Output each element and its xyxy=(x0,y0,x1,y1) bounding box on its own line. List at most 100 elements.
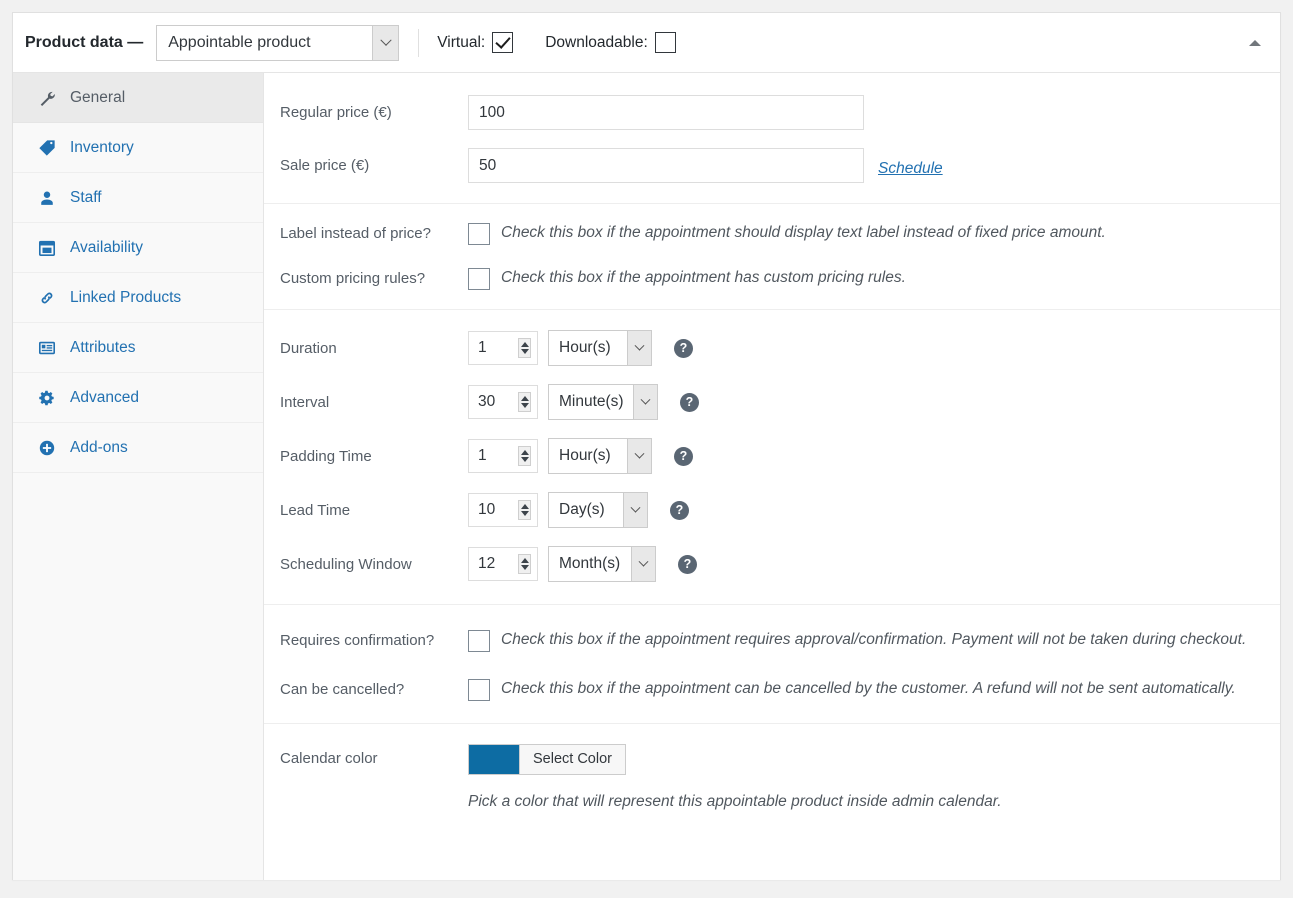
custom-pricing-rules-description: Check this box if the appointment has cu… xyxy=(501,265,906,292)
sidebar-item-linked-products[interactable]: Linked Products xyxy=(13,273,263,323)
interval-help-icon[interactable]: ? xyxy=(680,393,699,412)
tag-icon xyxy=(37,138,57,158)
label-instead-of-price-checkbox[interactable] xyxy=(468,223,490,245)
sidebar-item-add-ons[interactable]: Add-ons xyxy=(13,423,263,473)
calendar-color-row: Calendar color Select Color xyxy=(264,744,1280,775)
scheduling-window-unit-value: Month(s) xyxy=(559,555,620,573)
sidebar-item-label: General xyxy=(70,89,125,107)
page-title: Product data — xyxy=(25,34,143,52)
lead-time-unit-select[interactable]: Day(s) xyxy=(548,492,648,528)
virtual-checkbox[interactable] xyxy=(492,32,513,53)
calendar-color-picker-button[interactable]: Select Color xyxy=(468,744,626,775)
interval-number-input[interactable]: 30 xyxy=(468,385,538,419)
sidebar-item-label: Advanced xyxy=(70,389,139,407)
scheduling-window-unit-select[interactable]: Month(s) xyxy=(548,546,656,582)
list-icon xyxy=(37,338,57,358)
interval-value: 30 xyxy=(469,393,495,411)
scheduling-window-value: 12 xyxy=(469,555,495,573)
regular-price-input[interactable] xyxy=(468,95,864,130)
schedule-sale-link[interactable]: Schedule xyxy=(878,154,943,178)
requires-confirmation-description: Check this box if the appointment requir… xyxy=(501,627,1246,654)
padding-time-stepper[interactable] xyxy=(518,446,531,466)
interval-stepper[interactable] xyxy=(518,392,531,412)
sale-price-input[interactable] xyxy=(468,148,864,183)
can-be-cancelled-label: Can be cancelled? xyxy=(280,676,468,700)
calendar-color-swatch xyxy=(469,745,519,774)
sidebar-item-label: Attributes xyxy=(70,339,135,357)
duration-row: Duration 1 Hour(s) ? xyxy=(264,330,1280,366)
chevron-down-icon xyxy=(633,385,657,419)
padding-time-label: Padding Time xyxy=(280,447,468,467)
sidebar-item-attributes[interactable]: Attributes xyxy=(13,323,263,373)
product-data-panel: Product data — Appointable product Virtu… xyxy=(12,12,1281,880)
sidebar-item-availability[interactable]: Availability xyxy=(13,223,263,273)
lead-time-value: 10 xyxy=(469,501,495,519)
regular-price-label: Regular price (€) xyxy=(280,95,468,123)
lead-time-help-icon[interactable]: ? xyxy=(670,501,689,520)
interval-unit-select[interactable]: Minute(s) xyxy=(548,384,658,420)
padding-time-row: Padding Time 1 Hour(s) ? xyxy=(264,438,1280,474)
sidebar-item-label: Linked Products xyxy=(70,289,181,307)
interval-label: Interval xyxy=(280,393,468,413)
wrench-icon xyxy=(37,88,57,108)
lead-time-number-input[interactable]: 10 xyxy=(468,493,538,527)
sidebar-item-general[interactable]: General xyxy=(13,73,263,123)
sale-price-row: Sale price (€) Schedule xyxy=(264,148,1280,183)
chevron-down-icon xyxy=(627,439,651,473)
panel-body: General Inventory Staff xyxy=(13,73,1280,880)
duration-number-input[interactable]: 1 xyxy=(468,331,538,365)
scheduling-window-row: Scheduling Window 12 Month(s) ? xyxy=(264,546,1280,582)
duration-label: Duration xyxy=(280,339,468,359)
sidebar-item-inventory[interactable]: Inventory xyxy=(13,123,263,173)
sidebar-item-label: Inventory xyxy=(70,139,134,157)
scheduling-window-help-icon[interactable]: ? xyxy=(678,555,697,574)
virtual-label: Virtual: xyxy=(437,34,485,52)
link-icon xyxy=(37,288,57,308)
downloadable-group: Downloadable: xyxy=(545,32,676,53)
custom-pricing-rules-checkbox[interactable] xyxy=(468,268,490,290)
sidebar-item-label: Add-ons xyxy=(70,439,128,457)
pricing-options-section: Label instead of price? Check this box i… xyxy=(264,204,1280,310)
triangle-up-icon xyxy=(1249,40,1261,46)
label-instead-of-price-row: Label instead of price? Check this box i… xyxy=(264,220,1280,247)
can-be-cancelled-row: Can be cancelled? Check this box if the … xyxy=(264,676,1280,703)
duration-stepper[interactable] xyxy=(518,338,531,358)
custom-pricing-rules-row: Custom pricing rules? Check this box if … xyxy=(264,265,1280,292)
calendar-color-note: Pick a color that will represent this ap… xyxy=(452,793,1280,811)
interval-row: Interval 30 Minute(s) ? xyxy=(264,384,1280,420)
padding-time-unit-select[interactable]: Hour(s) xyxy=(548,438,652,474)
calendar-color-label: Calendar color xyxy=(280,749,468,769)
downloadable-label: Downloadable: xyxy=(545,34,648,52)
custom-pricing-rules-label: Custom pricing rules? xyxy=(280,265,468,289)
sidebar-item-label: Staff xyxy=(70,189,102,207)
can-be-cancelled-checkbox[interactable] xyxy=(468,679,490,701)
duration-help-icon[interactable]: ? xyxy=(674,339,693,358)
scheduling-window-number-input[interactable]: 12 xyxy=(468,547,538,581)
requires-confirmation-checkbox[interactable] xyxy=(468,630,490,652)
duration-value: 1 xyxy=(469,339,487,357)
scheduling-window-stepper[interactable] xyxy=(518,554,531,574)
chevron-down-icon xyxy=(623,493,647,527)
select-color-label: Select Color xyxy=(519,745,625,774)
padding-time-number-input[interactable]: 1 xyxy=(468,439,538,473)
chevron-down-icon xyxy=(627,331,651,365)
lead-time-row: Lead Time 10 Day(s) ? xyxy=(264,492,1280,528)
collapse-panel-button[interactable] xyxy=(1244,32,1266,54)
sale-price-label: Sale price (€) xyxy=(280,148,468,176)
padding-time-unit-value: Hour(s) xyxy=(559,447,611,465)
interval-unit-value: Minute(s) xyxy=(559,393,624,411)
lead-time-stepper[interactable] xyxy=(518,500,531,520)
timing-section: Duration 1 Hour(s) ? Interval 30 xyxy=(264,310,1280,605)
pricing-section: Regular price (€) Sale price (€) Schedul… xyxy=(264,73,1280,204)
product-type-select[interactable]: Appointable product xyxy=(156,25,399,61)
sidebar-item-advanced[interactable]: Advanced xyxy=(13,373,263,423)
calendar-icon xyxy=(37,238,57,258)
sidebar-item-staff[interactable]: Staff xyxy=(13,173,263,223)
product-type-value: Appointable product xyxy=(168,34,310,52)
user-icon xyxy=(37,188,57,208)
scheduling-window-label: Scheduling Window xyxy=(280,555,468,575)
padding-time-help-icon[interactable]: ? xyxy=(674,447,693,466)
chevron-down-icon xyxy=(372,26,398,60)
duration-unit-select[interactable]: Hour(s) xyxy=(548,330,652,366)
downloadable-checkbox[interactable] xyxy=(655,32,676,53)
